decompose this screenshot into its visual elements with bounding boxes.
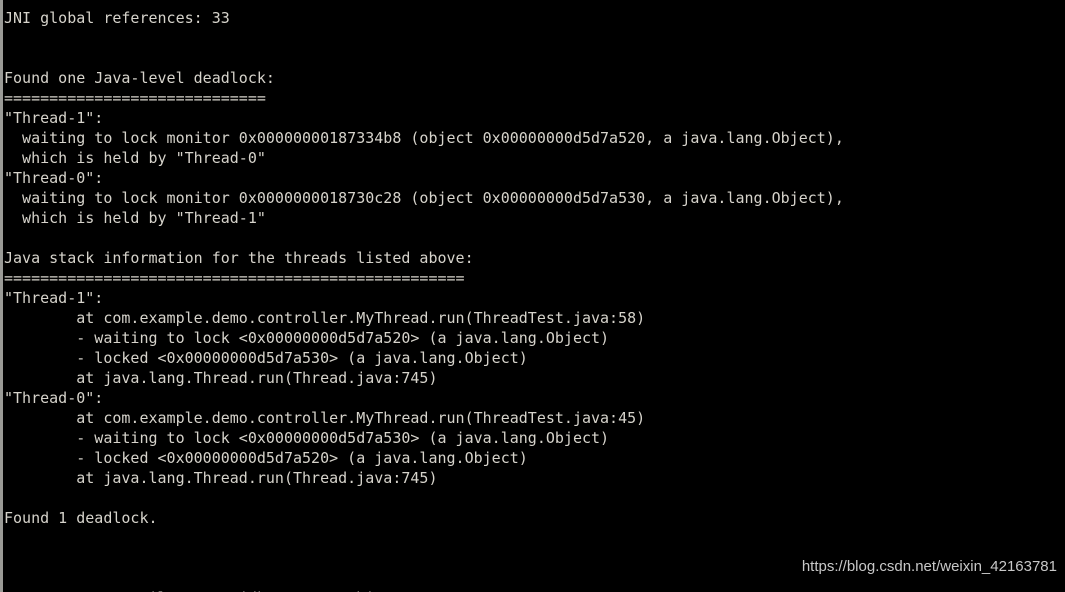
console-line: ========================================… <box>4 269 465 287</box>
console-line: ============================= <box>4 89 266 107</box>
console-line: at java.lang.Thread.run(Thread.java:745) <box>4 469 438 487</box>
console-line: - locked <0x00000000d5d7a520> (a java.la… <box>4 449 528 467</box>
window-left-edge <box>0 0 3 592</box>
console-line: "Thread-1": <box>4 109 104 127</box>
console-line: Found 1 deadlock. <box>4 509 158 527</box>
console-line: at com.example.demo.controller.MyThread.… <box>4 309 646 327</box>
console-line: "Thread-0": <box>4 389 104 407</box>
console-line: waiting to lock monitor 0x00000000187334… <box>4 129 844 147</box>
console-line: - waiting to lock <0x00000000d5d7a520> (… <box>4 329 610 347</box>
console-line: Found one Java-level deadlock: <box>4 69 275 87</box>
console-line: "Thread-0": <box>4 169 104 187</box>
command-prompt-row[interactable]: C:\Program Files\Java\jdk1.8.0_111\bin> <box>4 568 402 592</box>
console-line: Java stack information for the threads l… <box>4 249 474 267</box>
console-line: waiting to lock monitor 0x0000000018730c… <box>4 189 844 207</box>
csdn-watermark: https://blog.csdn.net/weixin_42163781 <box>801 558 1057 575</box>
console-line: "Thread-1": <box>4 289 104 307</box>
console-line: - locked <0x00000000d5d7a530> (a java.la… <box>4 349 528 367</box>
console-line: - waiting to lock <0x00000000d5d7a530> (… <box>4 429 610 447</box>
prompt-path: C:\Program Files\Java\jdk1.8.0_111\bin> <box>40 588 392 592</box>
console-line: at java.lang.Thread.run(Thread.java:745) <box>4 369 438 387</box>
console-output: JNI global references: 33 Found one Java… <box>4 8 1059 568</box>
command-prompt-window[interactable]: JNI global references: 33 Found one Java… <box>0 0 1065 592</box>
console-line: at com.example.demo.controller.MyThread.… <box>4 409 646 427</box>
console-line: which is held by "Thread-0" <box>4 149 266 167</box>
console-line: JNI global references: 33 <box>4 9 230 27</box>
console-line: which is held by "Thread-1" <box>4 209 266 227</box>
